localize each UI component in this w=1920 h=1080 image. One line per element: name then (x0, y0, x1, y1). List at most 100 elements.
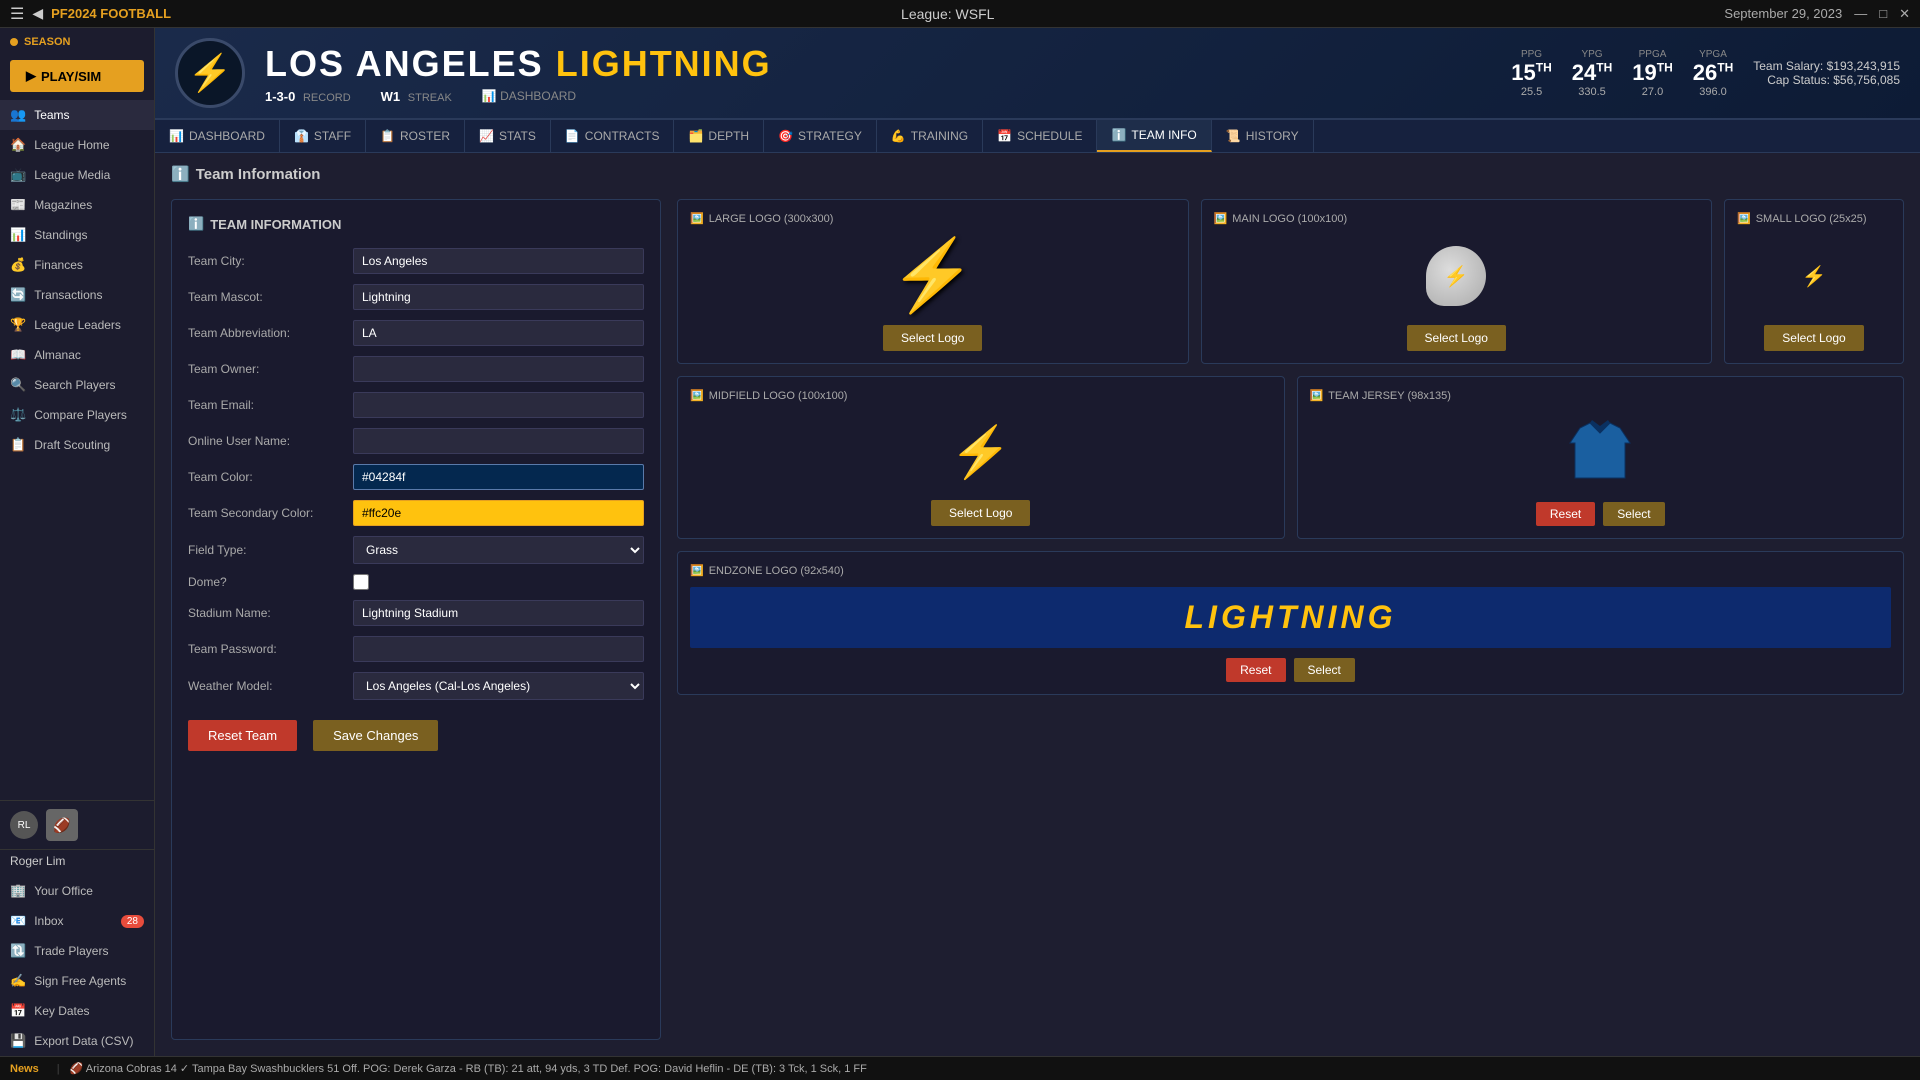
dome-label: Dome? (188, 575, 353, 589)
sidebar-item-export-data[interactable]: 💾 Export Data (CSV) (0, 1026, 154, 1056)
field-type-label: Field Type: (188, 543, 353, 557)
finances-icon: 💰 (10, 257, 26, 273)
dome-checkbox[interactable] (353, 574, 369, 590)
weather-model-row: Weather Model: Los Angeles (Cal-Los Ange… (188, 672, 644, 700)
magazines-icon: 📰 (10, 197, 26, 213)
team-password-input[interactable] (353, 636, 644, 662)
tab-dashboard[interactable]: 📊 DASHBOARD (155, 120, 280, 152)
league-home-icon: 🏠 (10, 137, 26, 153)
tab-training[interactable]: 💪 TRAINING (877, 120, 983, 152)
key-dates-icon: 📅 (10, 1003, 26, 1019)
minimize-button[interactable]: — (1854, 6, 1867, 22)
tab-roster[interactable]: 📋 ROSTER (366, 120, 465, 152)
sidebar-item-sign-free-agents[interactable]: ✍️ Sign Free Agents (0, 966, 154, 996)
endzone-logo-title: 🖼️ ENDZONE LOGO (92x540) (690, 564, 844, 577)
sidebar-item-search-players[interactable]: 🔍 Search Players (0, 370, 154, 400)
small-bolt-icon: ⚡ (1802, 264, 1827, 289)
export-data-icon: 💾 (10, 1033, 26, 1049)
history-tab-icon: 📜 (1226, 129, 1241, 143)
ppg-stat: PPG 15TH 25.5 (1511, 49, 1551, 98)
jersey-reset-button[interactable]: Reset (1536, 502, 1595, 526)
dashboard-link[interactable]: 📊 DASHBOARD (482, 89, 576, 103)
menu-icon[interactable]: ☰ (10, 4, 24, 24)
play-sim-button[interactable]: ▶ PLAY/SIM (10, 60, 144, 92)
sidebar-item-league-leaders[interactable]: 🏆 League Leaders (0, 310, 154, 340)
team-stats: PPG 15TH 25.5 YPG 24TH 330.5 PPGA 19TH 2… (1511, 49, 1900, 98)
team-city-input[interactable] (353, 248, 644, 274)
tab-staff[interactable]: 👔 STAFF (280, 120, 366, 152)
sidebar-item-standings[interactable]: 📊 Standings (0, 220, 154, 250)
main-logo-select-button[interactable]: Select Logo (1407, 325, 1506, 351)
tab-strategy[interactable]: 🎯 STRATEGY (764, 120, 877, 152)
weather-model-select[interactable]: Los Angeles (Cal-Los Angeles) New York C… (353, 672, 644, 700)
midfield-logo-title: 🖼️ MIDFIELD LOGO (100x100) (690, 389, 847, 402)
team-jersey-preview (1560, 412, 1640, 494)
team-header: ⚡ LOS ANGELES LIGHTNING 1-3-0 RECORD W1 … (155, 28, 1920, 120)
roster-tab-icon: 📋 (380, 129, 395, 143)
tab-stats[interactable]: 📈 STATS (465, 120, 551, 152)
tab-team-info[interactable]: ℹ️ TEAM INFO (1097, 120, 1211, 152)
back-icon[interactable]: ◀ (32, 5, 43, 22)
online-username-input[interactable] (353, 428, 644, 454)
draft-scouting-icon: 📋 (10, 437, 26, 453)
sidebar-item-finances[interactable]: 💰 Finances (0, 250, 154, 280)
tab-schedule[interactable]: 📅 SCHEDULE (983, 120, 1097, 152)
sidebar-item-league-media[interactable]: 📺 League Media (0, 160, 154, 190)
endzone-reset-button[interactable]: Reset (1226, 658, 1285, 682)
stadium-name-input[interactable] (353, 600, 644, 626)
page-title: Team Information (196, 166, 321, 183)
team-abbr-input[interactable] (353, 320, 644, 346)
sidebar-item-compare-players[interactable]: ⚖️ Compare Players (0, 400, 154, 430)
endzone-select-button[interactable]: Select (1294, 658, 1355, 682)
tab-history[interactable]: 📜 HISTORY (1212, 120, 1314, 152)
sidebar-item-draft-scouting[interactable]: 📋 Draft Scouting (0, 430, 154, 460)
sidebar-item-league-home[interactable]: 🏠 League Home (0, 130, 154, 160)
sidebar-item-teams[interactable]: 👥 Teams (0, 100, 154, 130)
team-mascot-input[interactable] (353, 284, 644, 310)
jersey-select-button[interactable]: Select (1603, 502, 1664, 526)
endzone-logo-preview: LIGHTNING (690, 587, 1891, 648)
search-players-icon: 🔍 (10, 377, 26, 393)
standings-icon: 📊 (10, 227, 26, 243)
form-actions: Reset Team Save Changes (188, 720, 644, 751)
cap-status: Cap Status: $56,756,085 (1753, 73, 1900, 87)
league-leaders-icon: 🏆 (10, 317, 26, 333)
team-color-row: Team Color: (188, 464, 644, 490)
sidebar-item-inbox[interactable]: 📧 Inbox 28 (0, 906, 154, 936)
endzone-logo-card: 🖼️ ENDZONE LOGO (92x540) LIGHTNING Reset… (677, 551, 1904, 695)
sidebar-item-key-dates[interactable]: 📅 Key Dates (0, 996, 154, 1026)
maximize-button[interactable]: □ (1879, 6, 1887, 22)
sidebar-item-your-office[interactable]: 🏢 Your Office (0, 876, 154, 906)
strategy-tab-icon: 🎯 (778, 129, 793, 143)
small-logo-select-button[interactable]: Select Logo (1764, 325, 1863, 351)
almanac-icon: 📖 (10, 347, 26, 363)
tab-contracts[interactable]: 📄 CONTRACTS (551, 120, 675, 152)
team-color-input[interactable] (353, 464, 644, 490)
field-type-select[interactable]: Grass AstroTurf FieldTurf (353, 536, 644, 564)
large-bolt-icon: ⚡ (889, 235, 976, 317)
tab-depth[interactable]: 🗂️ DEPTH (674, 120, 764, 152)
large-logo-select-button[interactable]: Select Logo (883, 325, 982, 351)
sidebar-item-transactions[interactable]: 🔄 Transactions (0, 280, 154, 310)
reset-team-button[interactable]: Reset Team (188, 720, 297, 751)
team-secondary-color-input[interactable] (353, 500, 644, 526)
endzone-logo-icon: 🖼️ (690, 564, 704, 577)
team-owner-input[interactable] (353, 356, 644, 382)
team-email-input[interactable] (353, 392, 644, 418)
midfield-logo-select-button[interactable]: Select Logo (931, 500, 1030, 526)
small-logo-title: 🖼️ SMALL LOGO (25x25) (1737, 212, 1867, 225)
sidebar-item-almanac[interactable]: 📖 Almanac (0, 340, 154, 370)
midfield-logo-icon: 🖼️ (690, 389, 704, 402)
team-jersey-title: 🖼️ TEAM JERSEY (98x135) (1310, 389, 1451, 402)
main-logo-title: 🖼️ MAIN LOGO (100x100) (1214, 212, 1348, 225)
close-button[interactable]: ✕ (1899, 6, 1910, 22)
sidebar-item-magazines[interactable]: 📰 Magazines (0, 190, 154, 220)
midfield-logo-preview: ⚡ (950, 412, 1012, 492)
save-changes-button[interactable]: Save Changes (313, 720, 438, 751)
sidebar-item-trade-players[interactable]: 🔃 Trade Players (0, 936, 154, 966)
team-email-row: Team Email: (188, 392, 644, 418)
season-dot (10, 38, 18, 46)
logos-top-row: 🖼️ LARGE LOGO (300x300) ⚡ Select Logo 🖼️… (677, 199, 1904, 364)
team-jersey-icon: 🖼️ (1310, 389, 1324, 402)
team-record-bar: 1-3-0 RECORD W1 STREAK 📊 DASHBOARD (265, 89, 1491, 104)
